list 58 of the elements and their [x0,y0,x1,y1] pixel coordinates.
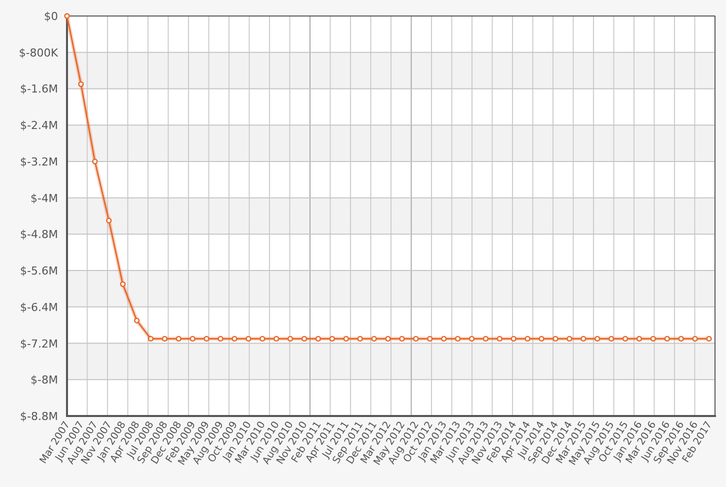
data-point [106,218,112,224]
data-point [608,336,614,342]
data-point [92,158,98,164]
data-point [343,336,349,342]
data-point [385,336,391,342]
data-point [260,336,266,342]
data-point [510,336,516,342]
y-axis-label: $-4M [30,192,58,205]
data-point [427,336,433,342]
data-point [148,336,154,342]
data-point [594,336,600,342]
y-axis-label: $0 [44,10,58,23]
data-point [496,336,502,342]
data-point [692,336,698,342]
y-axis-label: $-2.4M [20,119,58,132]
data-point [440,336,447,342]
data-point [204,336,210,342]
data-point [482,336,489,342]
data-point [371,336,377,342]
data-point [246,336,252,342]
data-point [636,336,642,342]
y-axis-label: $-4.8M [20,228,58,242]
y-axis-label: $-5.6M [20,264,58,278]
data-point [566,336,572,342]
y-axis-label: $-8.8M [20,410,58,423]
y-axis-label: $-1.6M [20,82,58,96]
data-point [329,336,336,342]
data-point [357,336,363,342]
y-axis-label: $-3.2M [20,155,58,168]
data-point [524,336,530,342]
data-point [454,336,461,342]
data-point [78,81,84,88]
data-point [176,336,182,342]
data-point [162,336,168,342]
data-point [622,336,628,342]
data-point [552,336,558,342]
data-point [134,318,140,324]
data-point [664,336,670,342]
data-point [580,336,586,342]
data-point [413,336,419,342]
y-axis-label: $-8M [30,374,58,387]
data-point [315,336,322,342]
data-point [232,336,238,342]
y-axis-label: $-6.4M [20,300,58,314]
data-point [538,336,544,342]
data-point [218,336,224,342]
data-point [650,336,656,342]
data-point [120,281,126,288]
data-point [190,336,196,342]
data-point [287,336,294,342]
data-point [468,336,475,342]
y-axis-label: $-7.2M [20,337,58,350]
y-axis-label: $-800K [18,46,58,60]
data-point [399,336,405,342]
data-point [274,336,280,342]
data-point [706,336,712,342]
data-point [301,336,308,342]
data-point [678,336,684,342]
